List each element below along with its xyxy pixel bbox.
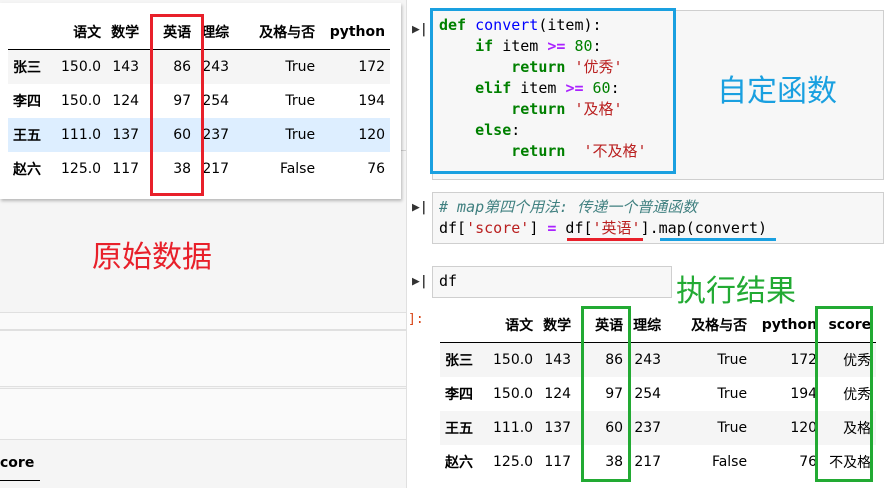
run-cell-icon[interactable]: ▶| <box>412 274 428 289</box>
code-cell-df[interactable]: df <box>432 266 672 298</box>
table-cell: 124 <box>112 93 140 109</box>
table-cell: 111.0 <box>493 420 534 436</box>
cell-strip <box>0 330 406 387</box>
table-cell: 150.0 <box>493 352 534 368</box>
blue-underline <box>660 238 776 241</box>
table-cell: 143 <box>112 59 140 75</box>
table-cell: 76 <box>367 161 386 177</box>
table-cell: True <box>717 386 748 402</box>
function-highlight-box <box>430 8 676 174</box>
score-column-result-box <box>815 306 873 482</box>
table-row: 王五 111.0 137 60 237 True 120 及格 <box>440 411 877 445</box>
header-underline <box>0 480 40 481</box>
table-cell: 125.0 <box>493 454 534 470</box>
column-header: 理综 <box>628 308 667 343</box>
row-index: 张三 <box>13 60 41 76</box>
run-cell-icon[interactable]: ▶| <box>412 22 428 37</box>
table-cell: True <box>285 127 316 143</box>
cell-strip <box>0 312 406 330</box>
table-cell: 117 <box>112 161 140 177</box>
original-data-label: 原始数据 <box>92 240 212 275</box>
result-label: 执行结果 <box>676 274 796 309</box>
table-cell: 137 <box>544 420 572 436</box>
table-cell: 254 <box>634 386 662 402</box>
table-cell: 150.0 <box>61 93 102 109</box>
english-column-result-box <box>581 306 631 482</box>
table-row: 赵六 125.0 117 38 217 False 76 不及格 <box>440 445 876 479</box>
table-cell: 143 <box>544 352 572 368</box>
row-index: 李四 <box>13 94 41 110</box>
table-cell: False <box>279 161 316 177</box>
code-cell-map[interactable]: # map第四个用法: 传递一个普通函数 df['score'] = df['英… <box>432 192 884 244</box>
row-index: 王五 <box>445 421 473 437</box>
column-header: python <box>320 15 391 50</box>
table-cell: 137 <box>112 127 140 143</box>
column-header: 及格与否 <box>234 15 321 50</box>
row-index: 李四 <box>445 387 473 403</box>
table-cell: 120 <box>790 420 818 436</box>
row-index: 王五 <box>13 128 41 144</box>
table-cell: 150.0 <box>493 386 534 402</box>
table-cell: True <box>717 420 748 436</box>
custom-function-label: 自定函数 <box>717 74 837 109</box>
table-cell: 194 <box>790 386 818 402</box>
column-header-fragment: core <box>0 455 35 471</box>
table-cell: 111.0 <box>61 127 102 143</box>
table-cell: 117 <box>544 454 572 470</box>
column-header: 数学 <box>106 15 145 50</box>
index-header <box>8 15 56 50</box>
table-cell: 125.0 <box>61 161 102 177</box>
table-header-row: 语文 数学 英语 理综 及格与否 python score <box>440 308 877 343</box>
row-index: 赵六 <box>445 455 473 471</box>
row-index: 赵六 <box>13 162 41 178</box>
table-cell: 172 <box>358 59 386 75</box>
column-header: 语文 <box>56 15 107 50</box>
column-header: python <box>752 308 823 343</box>
table-row: 张三 150.0 143 86 243 True 172 优秀 <box>440 342 877 377</box>
table-cell: 76 <box>799 454 818 470</box>
table-cell: 243 <box>634 352 662 368</box>
table-cell: 124 <box>544 386 572 402</box>
table-cell: True <box>285 93 316 109</box>
table-row: 李四 150.0 124 97 254 True 194 优秀 <box>440 377 876 411</box>
red-underline <box>567 238 643 241</box>
table-cell: 237 <box>634 420 662 436</box>
table-cell: 172 <box>790 352 818 368</box>
column-header: 及格与否 <box>666 308 753 343</box>
table-cell: True <box>285 59 316 75</box>
table-cell: 217 <box>634 454 662 470</box>
table-cell: 120 <box>358 127 386 143</box>
row-index: 张三 <box>445 353 473 369</box>
column-header: 语文 <box>488 308 539 343</box>
cell-strip <box>0 388 406 440</box>
run-cell-icon[interactable]: ▶| <box>412 200 428 215</box>
table-cell: True <box>717 352 748 368</box>
column-header: 数学 <box>538 308 577 343</box>
index-header <box>440 308 488 343</box>
english-column-highlight-box <box>150 14 204 196</box>
output-prompt: ]: <box>408 312 424 327</box>
table-cell: False <box>711 454 748 470</box>
table-cell: 150.0 <box>61 59 102 75</box>
table-cell: 194 <box>358 93 386 109</box>
result-dataframe: 语文 数学 英语 理综 及格与否 python score 张三 150.0 1… <box>440 308 877 479</box>
